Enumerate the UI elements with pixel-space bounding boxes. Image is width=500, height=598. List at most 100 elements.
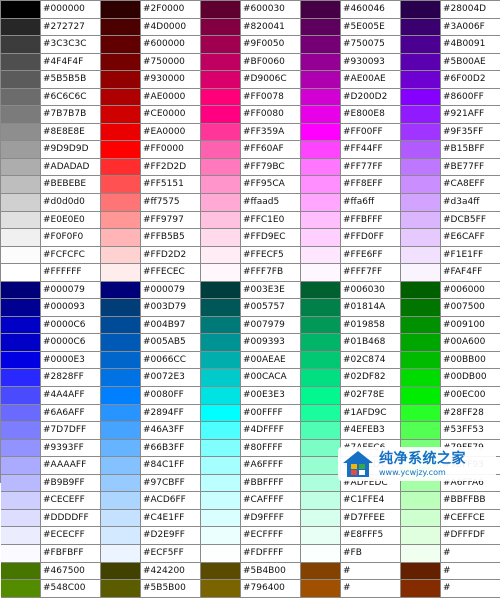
color-code-cell: #FFC1E0 [241, 211, 301, 230]
color-swatch [1, 264, 41, 282]
color-code-cell: #B15BFF [441, 141, 500, 159]
color-swatch [101, 334, 141, 352]
color-swatch [401, 264, 441, 282]
color-swatch [301, 369, 341, 388]
color-code-cell: #005AB5 [141, 334, 201, 352]
color-swatch [401, 334, 441, 352]
color-code-cell: #0072E3 [141, 369, 201, 388]
color-swatch [101, 580, 141, 598]
color-swatch [301, 387, 341, 405]
color-swatch [401, 88, 441, 107]
color-code-cell: #AE0000 [141, 88, 201, 107]
color-code-cell: #FF44FF [341, 141, 401, 159]
color-swatch [201, 106, 241, 124]
color-code-cell: #5B5B00 [141, 580, 201, 598]
color-swatch [1, 509, 41, 528]
color-swatch [101, 36, 141, 54]
color-swatch [401, 299, 441, 317]
color-code-cell: #00BB00 [441, 351, 500, 370]
color-swatch [301, 53, 341, 72]
color-swatch [301, 492, 341, 510]
color-swatch [201, 176, 241, 195]
house-logo-icon [343, 451, 373, 477]
color-code-cell: #FF79BC [241, 158, 301, 177]
color-swatch [101, 18, 141, 37]
color-swatch [401, 36, 441, 54]
color-swatch [1, 176, 41, 195]
color-swatch [401, 387, 441, 405]
color-code-cell: #00CACA [241, 369, 301, 388]
color-swatch [1, 580, 41, 598]
color-code-cell: #4B0091 [441, 36, 500, 54]
color-code-cell: #D9006C [241, 71, 301, 89]
color-swatch [301, 527, 341, 545]
color-code-cell: #548C00 [41, 580, 101, 598]
color-code-cell: #01814A [341, 299, 401, 317]
color-swatch [201, 492, 241, 510]
color-swatch [401, 492, 441, 510]
color-code-cell: #FF2D2D [141, 158, 201, 177]
color-code-cell: #820041 [241, 18, 301, 37]
color-swatch [201, 439, 241, 458]
color-code-cell: #00A600 [441, 334, 500, 352]
color-swatch [401, 351, 441, 370]
color-code-cell: #02C874 [341, 351, 401, 370]
color-swatch [401, 544, 441, 563]
color-swatch [301, 544, 341, 563]
color-code-cell: #D7FFEE [341, 509, 401, 528]
color-code-cell: #BBFFFF [241, 474, 301, 493]
color-swatch [1, 281, 41, 300]
color-swatch [1, 18, 41, 37]
color-swatch [401, 1, 441, 19]
color-code-cell: #5B4B00 [241, 562, 301, 581]
color-code-cell: #d0d0d0 [41, 194, 101, 212]
color-code-cell: #ADADAD [41, 158, 101, 177]
color-swatch [1, 36, 41, 54]
color-swatch [201, 422, 241, 440]
color-swatch [1, 387, 41, 405]
color-swatch [301, 18, 341, 37]
color-swatch [1, 474, 41, 493]
color-swatch [101, 457, 141, 475]
color-swatch [301, 509, 341, 528]
color-swatch [301, 422, 341, 440]
color-swatch [1, 316, 41, 335]
color-swatch [201, 211, 241, 230]
color-swatch [401, 316, 441, 335]
color-swatch [301, 211, 341, 230]
color-code-cell: #CEFFCE [441, 509, 500, 528]
color-code-cell: #FF5151 [141, 176, 201, 195]
color-swatch [101, 176, 141, 195]
color-code-cell: #7B7B7B [41, 106, 101, 124]
color-code-cell: #AE00AE [341, 71, 401, 89]
color-code-cell: #009100 [441, 316, 500, 335]
color-code-cell: #00E3E3 [241, 387, 301, 405]
color-code-cell: #2828FF [41, 369, 101, 388]
color-code-cell: #FFBFFF [341, 211, 401, 230]
color-code-cell: #5B5B5B [41, 71, 101, 89]
color-code-cell: #FFD9EC [241, 229, 301, 247]
color-swatch [101, 474, 141, 493]
color-code-cell: #E6CAFF [441, 229, 500, 247]
color-code-cell: #84C1FF [141, 457, 201, 475]
color-code-cell: #FF0078 [241, 88, 301, 107]
color-swatch [301, 334, 341, 352]
color-code-cell: #000079 [141, 281, 201, 300]
color-code-cell: #600030 [241, 1, 301, 19]
color-code-cell: #FFE6FF [341, 246, 401, 265]
color-code-cell: #BEBEBE [41, 176, 101, 195]
color-swatch [201, 404, 241, 423]
color-code-cell: #E800E8 [341, 106, 401, 124]
color-code-cell: #3C3C3C [41, 36, 101, 54]
color-swatch [201, 351, 241, 370]
color-swatch [1, 194, 41, 212]
color-code-cell: # [441, 544, 500, 563]
color-code-cell: #ffa6ff [341, 194, 401, 212]
color-code-cell: #272727 [41, 18, 101, 37]
color-code-cell: #FF8EFF [341, 176, 401, 195]
color-code-cell: #9393FF [41, 439, 101, 458]
color-code-cell: #FDFFFF [241, 544, 301, 563]
color-swatch [301, 106, 341, 124]
color-swatch [301, 194, 341, 212]
color-swatch [101, 53, 141, 72]
